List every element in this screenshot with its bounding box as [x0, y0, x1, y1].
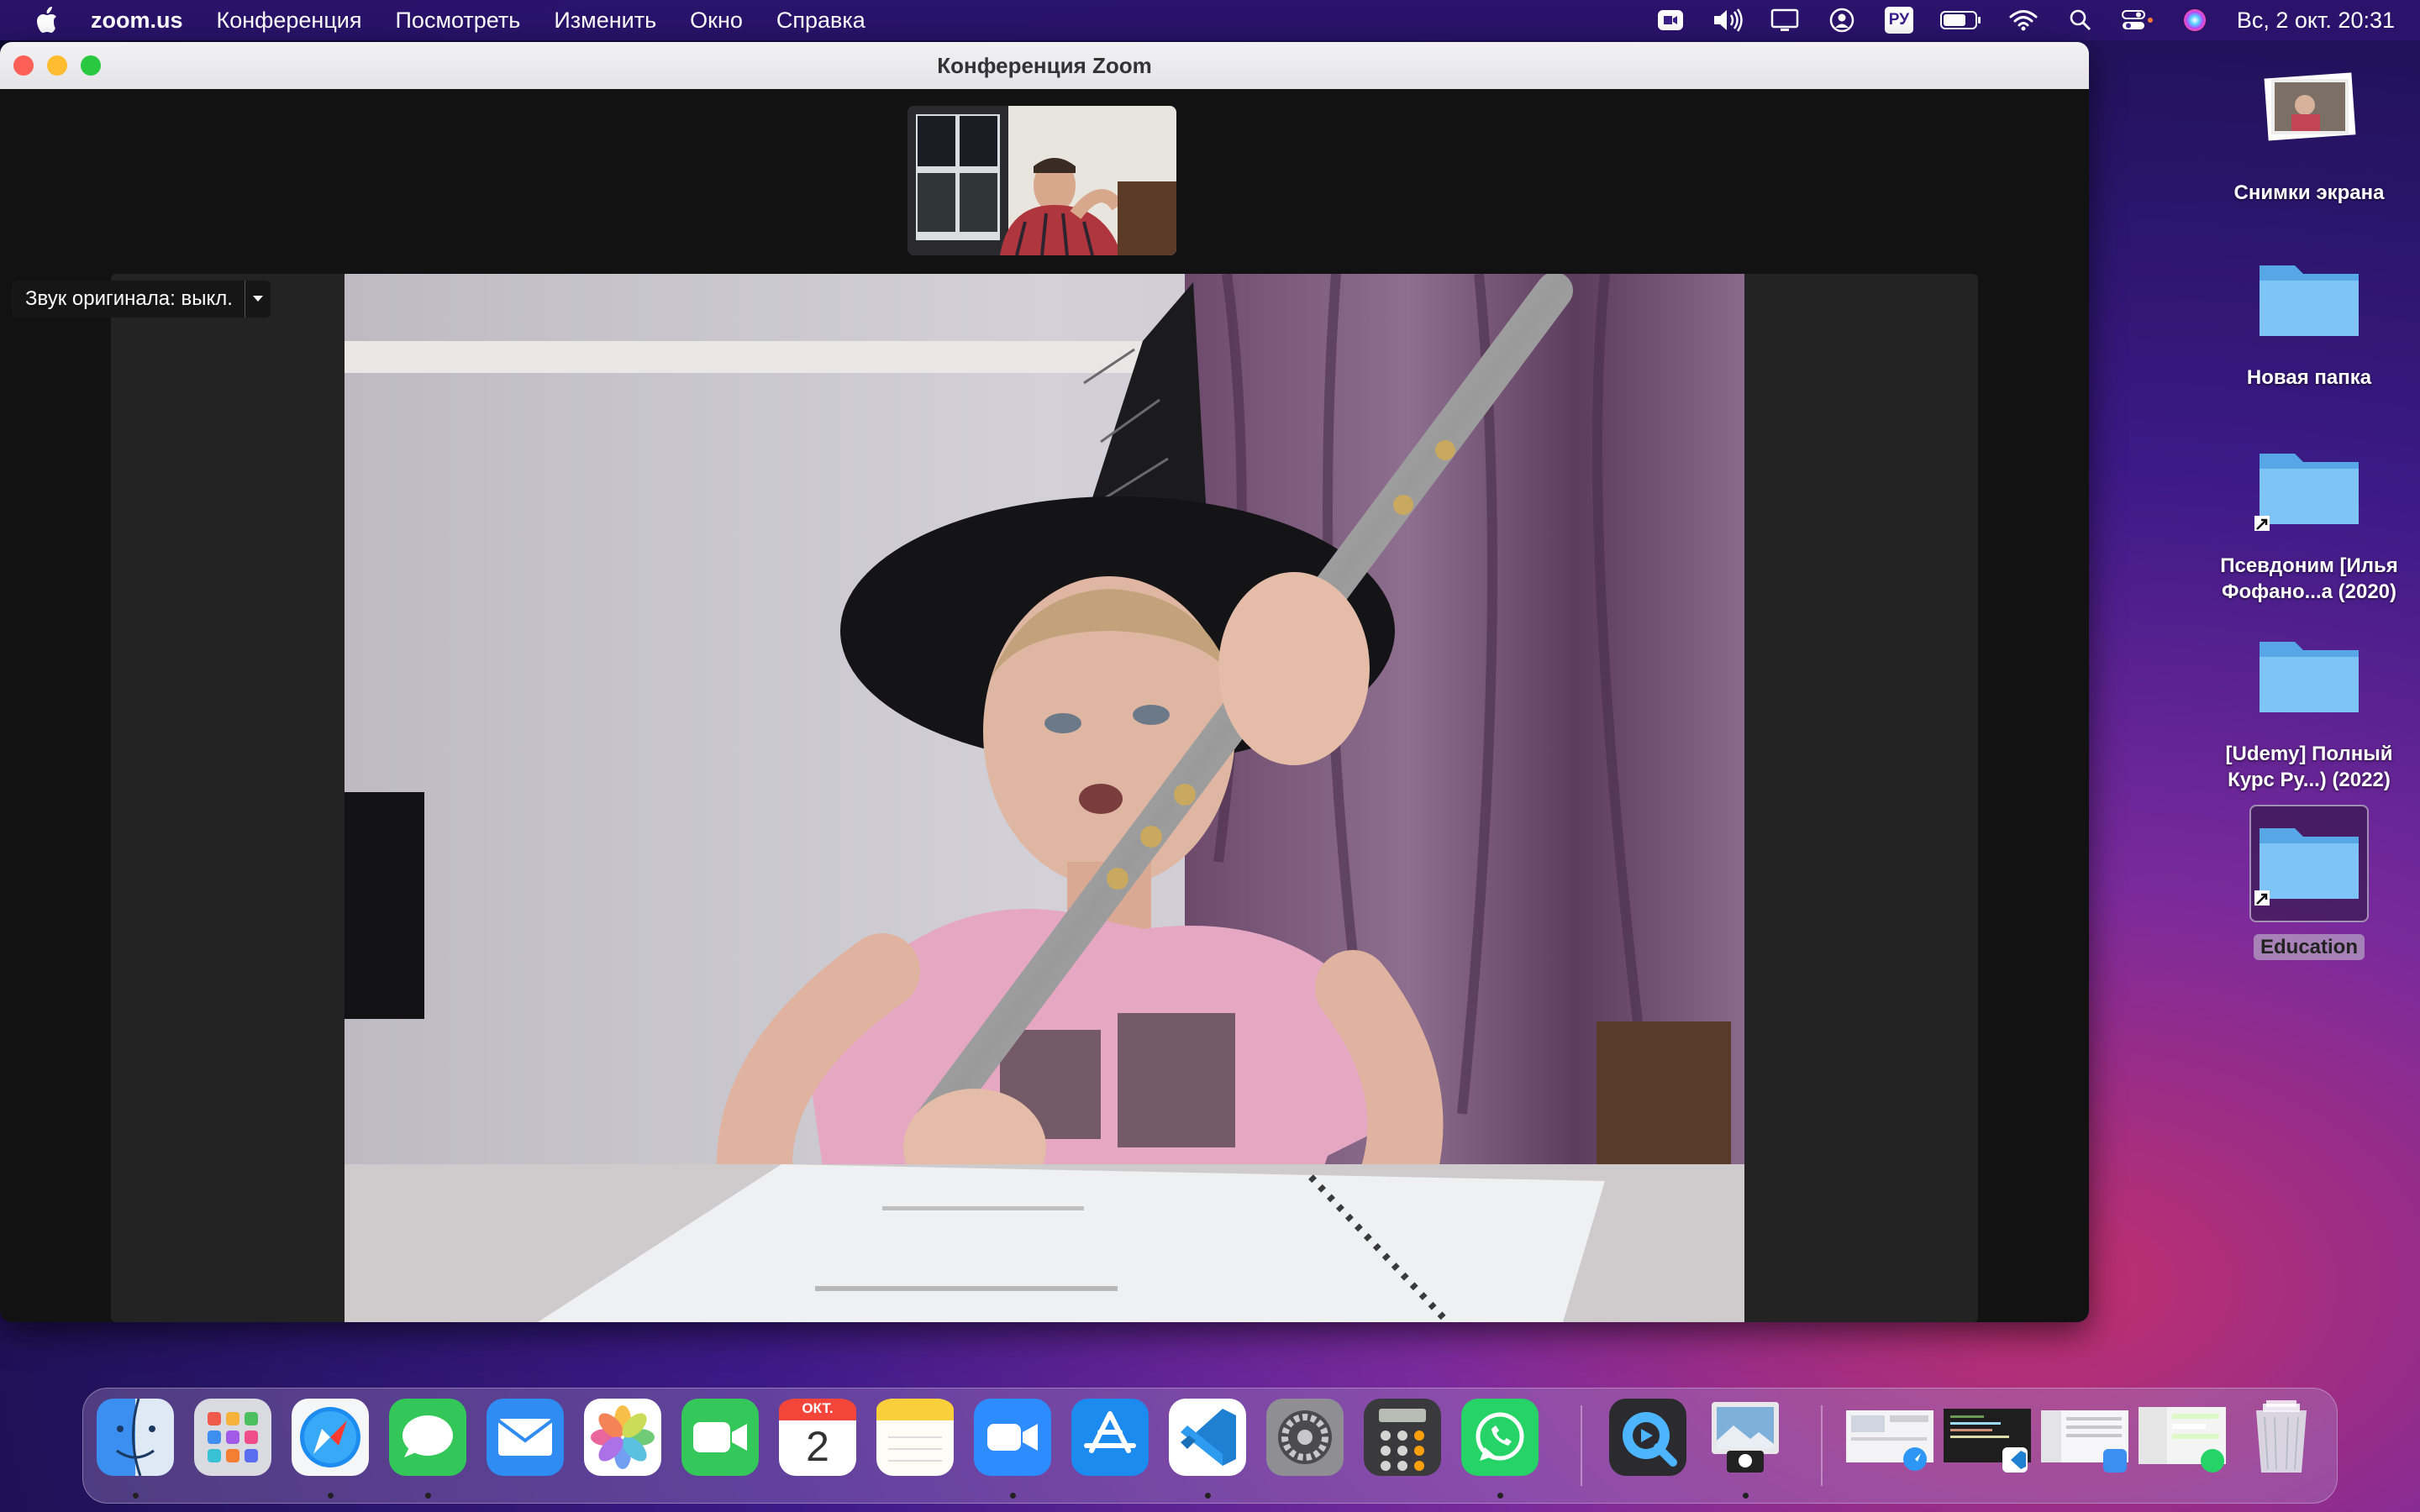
zoom-video-icon[interactable] — [1654, 3, 1687, 37]
status-area: РУ Вс, 2 окт. 20:31 — [1630, 0, 2395, 40]
minimize-window-button[interactable] — [47, 55, 67, 76]
display-mirror-icon[interactable] — [1768, 3, 1802, 37]
original-sound-toggle[interactable]: Звук оригинала: выкл. — [12, 281, 271, 318]
active-speaker-video[interactable] — [345, 274, 1744, 1322]
calendar-day: 2 — [806, 1423, 829, 1470]
dock-finder-icon[interactable] — [97, 1398, 174, 1477]
siri-icon[interactable] — [2178, 3, 2212, 37]
chevron-down-icon[interactable] — [244, 281, 271, 318]
dock-separator — [1581, 1405, 1582, 1486]
desktop-item-label: Новая папка — [2246, 366, 2372, 389]
dock-mail-icon[interactable] — [487, 1399, 564, 1476]
dock-whatsapp-icon[interactable] — [1461, 1399, 1539, 1476]
folder-icon — [2254, 628, 2364, 729]
menu-window[interactable]: Окно — [690, 8, 743, 34]
keyboard-language-icon[interactable]: РУ — [1882, 3, 1916, 37]
volume-icon[interactable] — [1711, 3, 1744, 37]
running-indicator — [425, 1493, 431, 1499]
folder-alias-icon — [2254, 440, 2364, 541]
running-indicator — [328, 1493, 334, 1499]
menu-view[interactable]: Посмотреть — [396, 8, 521, 34]
running-indicator — [1010, 1493, 1016, 1499]
desktop-item-label-line2: Фофано...а (2020) — [2221, 580, 2397, 603]
dock-zoom-icon[interactable] — [974, 1399, 1051, 1476]
dock-messages-icon[interactable] — [389, 1399, 466, 1476]
wifi-icon[interactable] — [2007, 3, 2040, 37]
menu-bar: zoom.us Конференция Посмотреть Изменить … — [0, 0, 2420, 40]
app-name-menu[interactable]: zoom.us — [91, 8, 183, 34]
battery-icon[interactable] — [1939, 3, 1983, 37]
desktop-item-udemy-folder[interactable]: [Udemy] Полный Курс Ру...) (2022) — [2208, 628, 2410, 793]
fullscreen-window-button[interactable] — [81, 55, 101, 76]
close-window-button[interactable] — [13, 55, 34, 76]
dock-calendar-icon[interactable]: ОКТ. 2 — [779, 1399, 856, 1476]
desktop-item-label-line1: [Udemy] Полный — [2225, 743, 2393, 765]
folder-alias-icon — [2249, 805, 2369, 922]
dock-system-preferences-icon[interactable] — [1266, 1399, 1344, 1476]
apple-logo-icon[interactable] — [30, 4, 62, 36]
running-indicator — [1497, 1493, 1503, 1499]
desktop-item-label: Снимки экрана — [2233, 181, 2385, 204]
menu-edit[interactable]: Изменить — [554, 8, 656, 34]
running-indicator — [1205, 1493, 1211, 1499]
screenshot-stack-icon — [2254, 67, 2364, 168]
participant-thumbnail-video[interactable] — [908, 106, 1176, 255]
desktop-item-label-line2: Курс Ру...) (2022) — [2228, 769, 2391, 791]
desktop-item-alias-ilya[interactable]: Псевдоним [Илья Фофано...а (2020) — [2208, 440, 2410, 605]
window-titlebar[interactable]: Конференция Zoom — [0, 42, 2089, 89]
dock-calculator-icon[interactable] — [1364, 1399, 1441, 1476]
window-title: Конференция Zoom — [937, 52, 1152, 78]
menu-conference[interactable]: Конференция — [217, 8, 362, 34]
dock-minimized-window-finder[interactable] — [2041, 1399, 2128, 1476]
spotlight-search-icon[interactable] — [2064, 3, 2097, 37]
desktop-item-screenshots[interactable]: Снимки экрана — [2208, 67, 2410, 206]
folder-icon — [2254, 252, 2364, 353]
running-indicator — [1743, 1493, 1749, 1499]
dock-app-store-icon[interactable] — [1071, 1399, 1149, 1476]
dock-minimized-window-whatsapp[interactable] — [2139, 1399, 2226, 1476]
desktop-item-label-line1: Псевдоним [Илья — [2220, 554, 2398, 577]
dock-minimized-window-safari[interactable] — [1846, 1399, 1933, 1476]
running-indicator — [133, 1493, 139, 1499]
dock-launchpad-icon[interactable] — [194, 1399, 271, 1476]
calendar-month: ОКТ. — [802, 1400, 834, 1416]
zoom-meeting-window: Конференция Zoom Звук оригинала: выкл. — [0, 42, 2089, 1322]
dock-safari-icon[interactable] — [292, 1399, 369, 1476]
original-sound-label: Звук оригинала: выкл. — [25, 287, 233, 310]
dock-separator — [1821, 1405, 1823, 1486]
dock-facetime-icon[interactable] — [681, 1399, 759, 1476]
dock-photos-icon[interactable] — [584, 1399, 661, 1476]
user-icon[interactable] — [1825, 3, 1859, 37]
dock: ОКТ. 2 — [82, 1388, 2338, 1504]
dock-quicktime-icon[interactable] — [1609, 1399, 1686, 1476]
dock-vscode-icon[interactable] — [1169, 1399, 1246, 1476]
desktop-item-new-folder[interactable]: Новая папка — [2208, 252, 2410, 391]
dock-notes-icon[interactable] — [876, 1399, 954, 1476]
dock-preview-icon[interactable] — [1707, 1399, 1784, 1476]
menubar-clock[interactable]: Вс, 2 окт. 20:31 — [2237, 8, 2395, 34]
desktop-item-label: Education — [2253, 934, 2365, 960]
menu-help[interactable]: Справка — [776, 8, 865, 34]
desktop-item-education[interactable]: Education — [2208, 805, 2410, 960]
dock-minimized-window-vscode[interactable] — [1944, 1399, 2031, 1476]
dock-trash-icon[interactable] — [2243, 1399, 2320, 1476]
control-center-icon[interactable] — [2121, 3, 2154, 37]
